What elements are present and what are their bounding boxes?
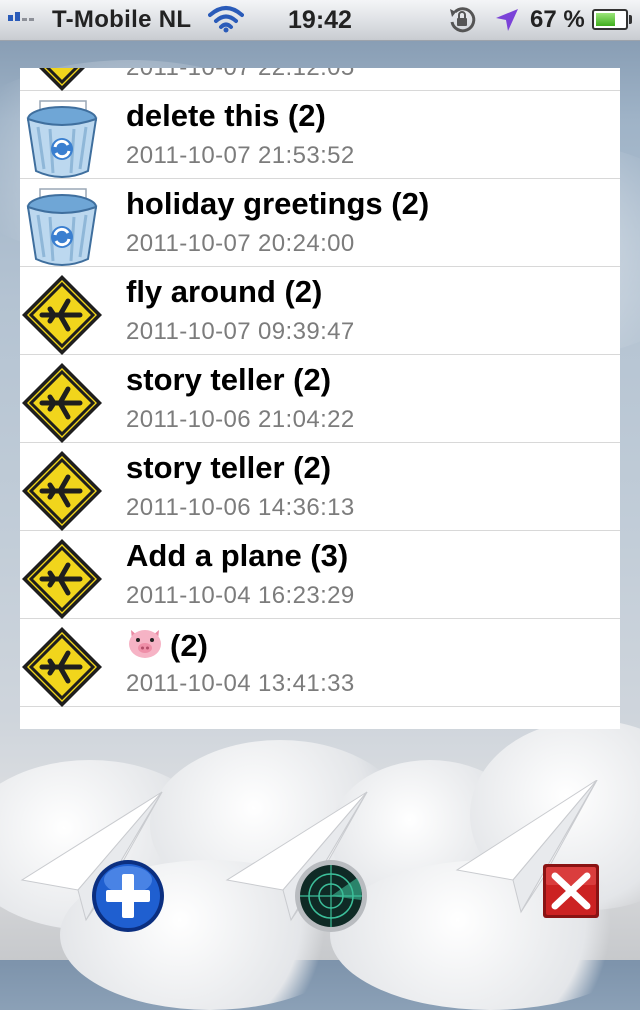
plane-sign-icon	[20, 537, 104, 621]
list-item[interactable]: holiday greetings (2) 2011-10-07 20:24:00	[20, 179, 620, 267]
delete-button[interactable]	[455, 779, 605, 940]
list-item-title-text: holiday greetings (2)	[126, 186, 430, 221]
battery-icon	[592, 9, 632, 30]
trash-icon	[20, 185, 104, 269]
list-item-title-text: (2)	[170, 628, 208, 663]
rotation-lock-icon	[446, 6, 478, 41]
list-item-title: (2)	[126, 626, 208, 668]
list-item[interactable]: delete this (2) 2011-10-07 21:53:52	[20, 91, 620, 179]
location-arrow-icon	[494, 7, 520, 40]
list-item-title: fly around (2)	[126, 274, 322, 310]
plane-sign-icon	[20, 68, 104, 93]
list-item[interactable]: (3)2011-10-07 22:12:05	[20, 68, 620, 91]
list-item-title-text: fly around (2)	[126, 274, 323, 309]
list-item-date: 2011-10-04 13:41:33	[126, 670, 355, 697]
add-plane-button[interactable]	[20, 780, 170, 940]
list-item-date: 2011-10-06 21:04:22	[126, 406, 355, 433]
red-x-icon	[543, 864, 599, 918]
message-list[interactable]: (3)2011-10-07 22:12:05 delete this (2) 20…	[20, 68, 620, 729]
list-item-date: 2011-10-04 16:23:29	[126, 582, 355, 609]
radar-icon	[295, 860, 367, 932]
radar-button[interactable]	[225, 780, 375, 940]
plane-sign-icon	[20, 361, 104, 445]
plane-sign-icon	[20, 449, 104, 533]
list-item-title-text: story teller (2)	[126, 450, 332, 485]
list-item-title: Add a plane (3)	[126, 538, 348, 574]
list-item[interactable]: story teller (2) 2011-10-06 14:36:13	[20, 443, 620, 531]
list-item-title: story teller (2)	[126, 450, 331, 486]
list-item-title-text: delete this (2)	[126, 98, 326, 133]
plus-icon	[92, 860, 164, 932]
list-item-title: delete this (2)	[126, 98, 326, 134]
list-item-date: 2011-10-07 20:24:00	[126, 230, 355, 257]
list-item[interactable]: story teller (2) 2011-10-06 21:04:22	[20, 355, 620, 443]
list-item[interactable]: fly around (2) 2011-10-07 09:39:47	[20, 267, 620, 355]
list-item-title-text: story teller (2)	[126, 362, 332, 397]
status-bar: T-Mobile NL 19:42 67 %	[0, 0, 640, 41]
list-item-date: 2011-10-07 22:12:05	[126, 68, 355, 82]
plane-sign-icon	[20, 273, 104, 357]
list-item-title: holiday greetings (2)	[126, 186, 429, 222]
plane-sign-icon	[20, 625, 104, 709]
list-item-date: 2011-10-06 14:36:13	[126, 494, 355, 521]
list-item[interactable]: Add a plane (3) 2011-10-04 16:23:29	[20, 531, 620, 619]
list-item[interactable]: (2) 2011-10-04 13:41:33	[20, 619, 620, 707]
list-item-date: 2011-10-07 09:39:47	[126, 318, 355, 345]
list-item-title: story teller (2)	[126, 362, 331, 398]
trash-icon	[20, 97, 104, 181]
pig-face-icon	[126, 626, 164, 668]
list-item-title-text: Add a plane (3)	[126, 538, 349, 573]
list-item-date: 2011-10-07 21:53:52	[126, 142, 355, 169]
battery-percent: 67 %	[530, 6, 585, 33]
